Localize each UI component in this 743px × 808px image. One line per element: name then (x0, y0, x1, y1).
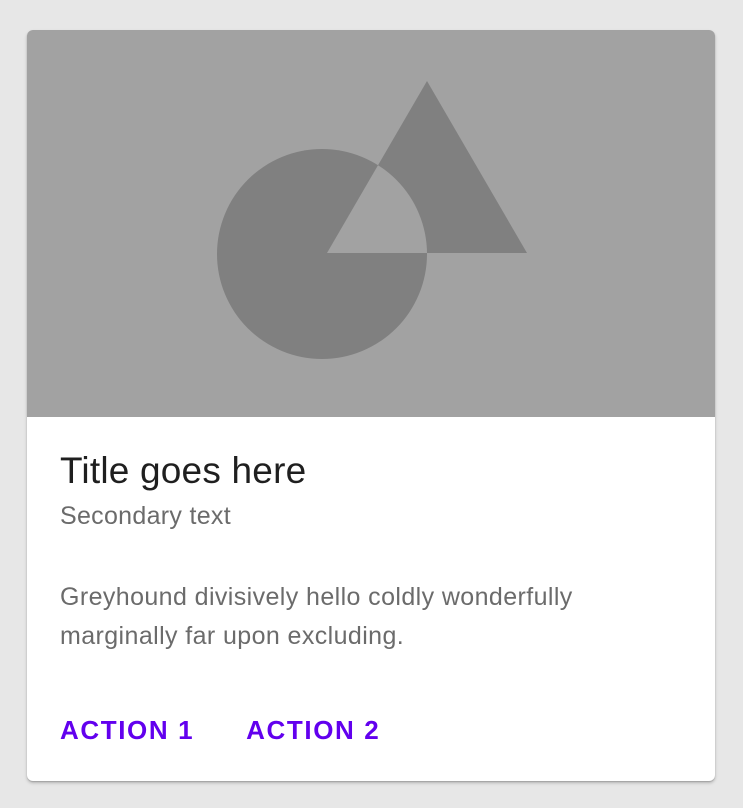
image-placeholder-icon (217, 81, 527, 359)
card-body-text: Greyhound divisively hello coldly wonder… (60, 583, 573, 650)
card-actions: ACTION 1 ACTION 2 (60, 710, 380, 750)
card-subtitle: Secondary text (60, 502, 231, 530)
card-media (27, 30, 715, 417)
action-2-button[interactable]: ACTION 2 (246, 710, 380, 750)
action-1-button[interactable]: ACTION 1 (60, 710, 194, 750)
card: Title goes here Secondary text Greyhound… (27, 30, 715, 781)
card-title: Title goes here (60, 450, 307, 491)
